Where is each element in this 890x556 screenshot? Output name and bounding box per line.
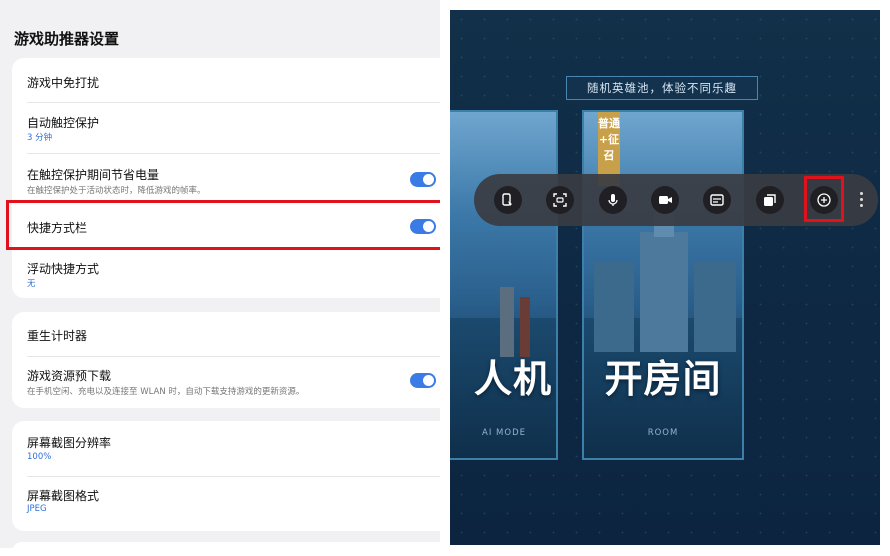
setting-value: 100% bbox=[27, 452, 52, 462]
setting-power-saving[interactable]: 在触控保护期间节省电量 在触控保护处于活动状态时，降低游戏的帧率。 bbox=[27, 155, 437, 201]
setting-value: 无 bbox=[27, 279, 36, 289]
divider bbox=[27, 356, 440, 357]
toggle-knob bbox=[423, 174, 434, 185]
setting-subtitle: 在手机空闲、充电以及连接至 WLAN 时，自动下载支持游戏的更新资源。 bbox=[27, 387, 305, 397]
shortcut-panel-icon[interactable] bbox=[703, 186, 731, 214]
setting-respawn-timer[interactable]: 重生计时器 bbox=[27, 316, 437, 356]
setting-do-not-disturb[interactable]: 游戏中免打扰 bbox=[27, 62, 437, 102]
card-subtitle: ROOM bbox=[647, 428, 679, 438]
card-subtitle: AI MODE bbox=[482, 428, 526, 438]
setting-resource-predownload[interactable]: 游戏资源预下载 在手机空闲、充电以及连接至 WLAN 时，自动下载支持游戏的更新… bbox=[27, 358, 437, 406]
card-title: 人机 bbox=[473, 357, 552, 401]
banner-text: 随机英雄池，体验不同乐趣 bbox=[587, 81, 737, 95]
resource-predownload-toggle[interactable] bbox=[410, 373, 436, 388]
shortcut-toolbar bbox=[474, 174, 878, 226]
setting-label: 重生计时器 bbox=[27, 329, 88, 343]
setting-label: 游戏中免打扰 bbox=[27, 76, 100, 90]
room-card[interactable]: 普通+征召 开房间 ROOM bbox=[582, 110, 744, 460]
screenshot-icon[interactable] bbox=[546, 186, 574, 214]
page-title: 游戏助推器设置 bbox=[14, 30, 120, 48]
mode-banner: 随机英雄池，体验不同乐趣 bbox=[566, 76, 758, 100]
game-booster-settings-panel: 游戏助推器设置 游戏中免打扰 自动触控保护 3 分钟 在触控保护期间节省电量 在… bbox=[0, 0, 440, 548]
building-shape bbox=[594, 262, 634, 352]
setting-label: 浮动快捷方式 bbox=[27, 262, 100, 276]
setting-floating-shortcut[interactable]: 浮动快捷方式 无 bbox=[27, 252, 437, 296]
setting-auto-touch-protection[interactable]: 自动触控保护 3 分钟 bbox=[27, 104, 437, 152]
setting-screenshot-format[interactable]: 屏幕截图格式 JPEG bbox=[27, 478, 437, 528]
divider bbox=[27, 102, 440, 103]
toggle-knob bbox=[423, 375, 434, 386]
window-icon[interactable] bbox=[756, 186, 784, 214]
setting-label: 游戏资源预下载 bbox=[27, 369, 112, 383]
highlight-box bbox=[804, 176, 844, 222]
video-record-icon[interactable] bbox=[651, 186, 679, 214]
setting-value: 3 分钟 bbox=[27, 133, 53, 143]
divider bbox=[27, 476, 440, 477]
highlight-box bbox=[6, 200, 440, 250]
microphone-icon[interactable] bbox=[599, 186, 627, 214]
power-saving-toggle[interactable] bbox=[410, 172, 436, 187]
card-title: 开房间 bbox=[604, 357, 722, 401]
building-shape bbox=[640, 232, 688, 352]
setting-label: 自动触控保护 bbox=[27, 116, 100, 130]
setting-label: 屏幕截图分辨率 bbox=[27, 436, 112, 450]
touch-protect-icon[interactable] bbox=[494, 186, 522, 214]
ai-mode-card[interactable]: 人机 AI MODE bbox=[450, 110, 558, 460]
building-shape bbox=[694, 262, 736, 352]
chimney-shape bbox=[500, 287, 514, 357]
more-icon[interactable] bbox=[860, 192, 864, 208]
setting-screenshot-resolution[interactable]: 屏幕截图分辨率 100% bbox=[27, 425, 437, 475]
setting-label: 在触控保护期间节省电量 bbox=[27, 168, 160, 182]
divider bbox=[27, 153, 440, 154]
setting-value: JPEG bbox=[27, 504, 47, 514]
composite-screenshot: 游戏助推器设置 游戏中免打扰 自动触控保护 3 分钟 在触控保护期间节省电量 在… bbox=[0, 0, 890, 556]
game-screen: 随机英雄池，体验不同乐趣 人机 AI MODE 普通+征召 开房间 ROOM bbox=[450, 10, 880, 545]
setting-subtitle: 在触控保护处于活动状态时，降低游戏的帧率。 bbox=[27, 186, 206, 196]
setting-label: 屏幕截图格式 bbox=[27, 489, 100, 503]
ribbon-text: 普通+征召 bbox=[598, 117, 620, 162]
settings-card bbox=[12, 542, 440, 548]
